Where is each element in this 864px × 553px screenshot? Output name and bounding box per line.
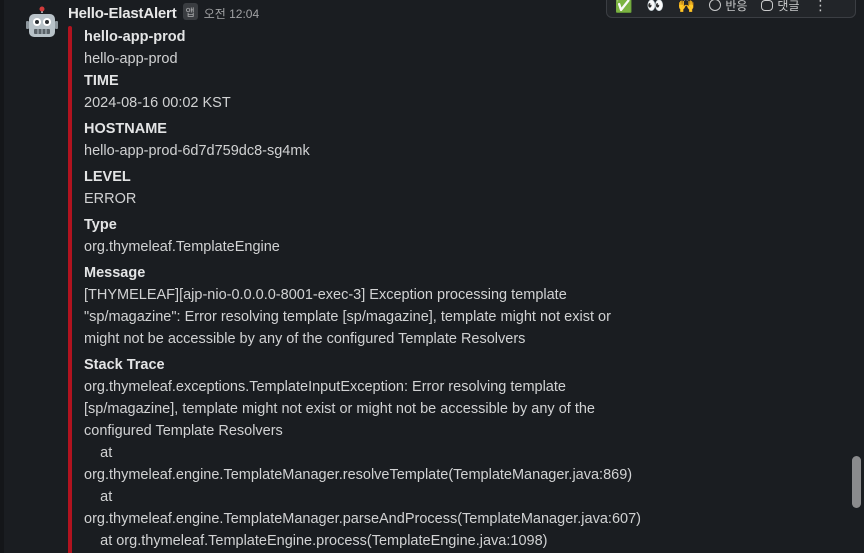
white-check-mark-icon: ✅ xyxy=(615,0,633,13)
alert-attachment: hello-app-prod hello-app-prod TIME 2024-… xyxy=(68,26,668,553)
field-title: LEVEL xyxy=(84,169,131,185)
eyes-icon: 👀 xyxy=(646,0,664,13)
sender-name[interactable]: Hello-ElastAlert xyxy=(68,5,177,22)
field-title: hello-app-prod xyxy=(84,29,186,45)
quick-reaction-raised-hands-button[interactable]: 🙌 xyxy=(678,0,695,12)
field-type: Type org.thymeleaf.TemplateEngine xyxy=(84,214,644,258)
field-title: TIME xyxy=(84,73,119,89)
field-level: LEVEL ERROR xyxy=(84,166,644,210)
reply-thread-button[interactable]: 댓글 xyxy=(761,0,800,14)
add-reaction-label: 반응 xyxy=(725,0,748,13)
field-title: Type xyxy=(84,217,117,233)
message-timestamp[interactable]: 오전 12:04 xyxy=(204,5,259,22)
reply-thread-icon xyxy=(761,0,774,11)
add-reaction-icon xyxy=(709,0,722,11)
field-value: org.thymeleaf.exceptions.TemplateInputEx… xyxy=(84,379,641,549)
field-value: hello-app-prod-6d7d759dc8-sg4mk xyxy=(84,143,310,159)
field-title: Stack Trace xyxy=(84,357,165,373)
robot-face-icon xyxy=(26,6,58,37)
message-actions-toolbar: ✅ 👀 🙌 반응 댓글 ⋮ xyxy=(606,0,856,18)
app-badge: 앱 xyxy=(182,3,198,20)
field-value: ERROR xyxy=(84,191,137,207)
avatar[interactable] xyxy=(24,6,60,42)
raised-hands-icon: 🙌 xyxy=(677,0,696,13)
field-value: [THYMELEAF][ajp-nio-0.0.0.0-8001-exec-3]… xyxy=(84,287,611,347)
reply-thread-label: 댓글 xyxy=(777,0,800,13)
field-title: HOSTNAME xyxy=(84,121,167,137)
message-header: Hello-ElastAlert 앱 오전 12:04 xyxy=(68,3,259,25)
more-actions-button[interactable]: ⋮ xyxy=(813,0,828,13)
left-gutter xyxy=(0,0,4,553)
more-actions-icon: ⋮ xyxy=(813,0,828,13)
field-value: 2024-08-16 00:02 KST xyxy=(84,95,231,111)
attachment-color-bar xyxy=(68,26,72,553)
quick-reaction-check-button[interactable]: ✅ xyxy=(615,0,632,12)
slack-message-view: Hello-ElastAlert 앱 오전 12:04 ✅ 👀 🙌 반응 댓글 … xyxy=(0,0,864,553)
scrollbar-thumb[interactable] xyxy=(852,456,861,508)
field-app: hello-app-prod hello-app-prod xyxy=(84,26,644,70)
field-value: hello-app-prod xyxy=(84,51,178,67)
quick-reaction-eyes-button[interactable]: 👀 xyxy=(646,0,663,12)
field-title: Message xyxy=(84,265,146,281)
field-stack-trace: Stack Trace org.thymeleaf.exceptions.Tem… xyxy=(84,354,644,552)
field-value: org.thymeleaf.TemplateEngine xyxy=(84,239,280,255)
field-hostname: HOSTNAME hello-app-prod-6d7d759dc8-sg4mk xyxy=(84,118,644,162)
add-reaction-button[interactable]: 반응 xyxy=(709,0,747,14)
field-message: Message [THYMELEAF][ajp-nio-0.0.0.0-8001… xyxy=(84,262,644,350)
attachment-fields: hello-app-prod hello-app-prod TIME 2024-… xyxy=(84,26,644,552)
field-time: TIME 2024-08-16 00:02 KST xyxy=(84,70,644,114)
